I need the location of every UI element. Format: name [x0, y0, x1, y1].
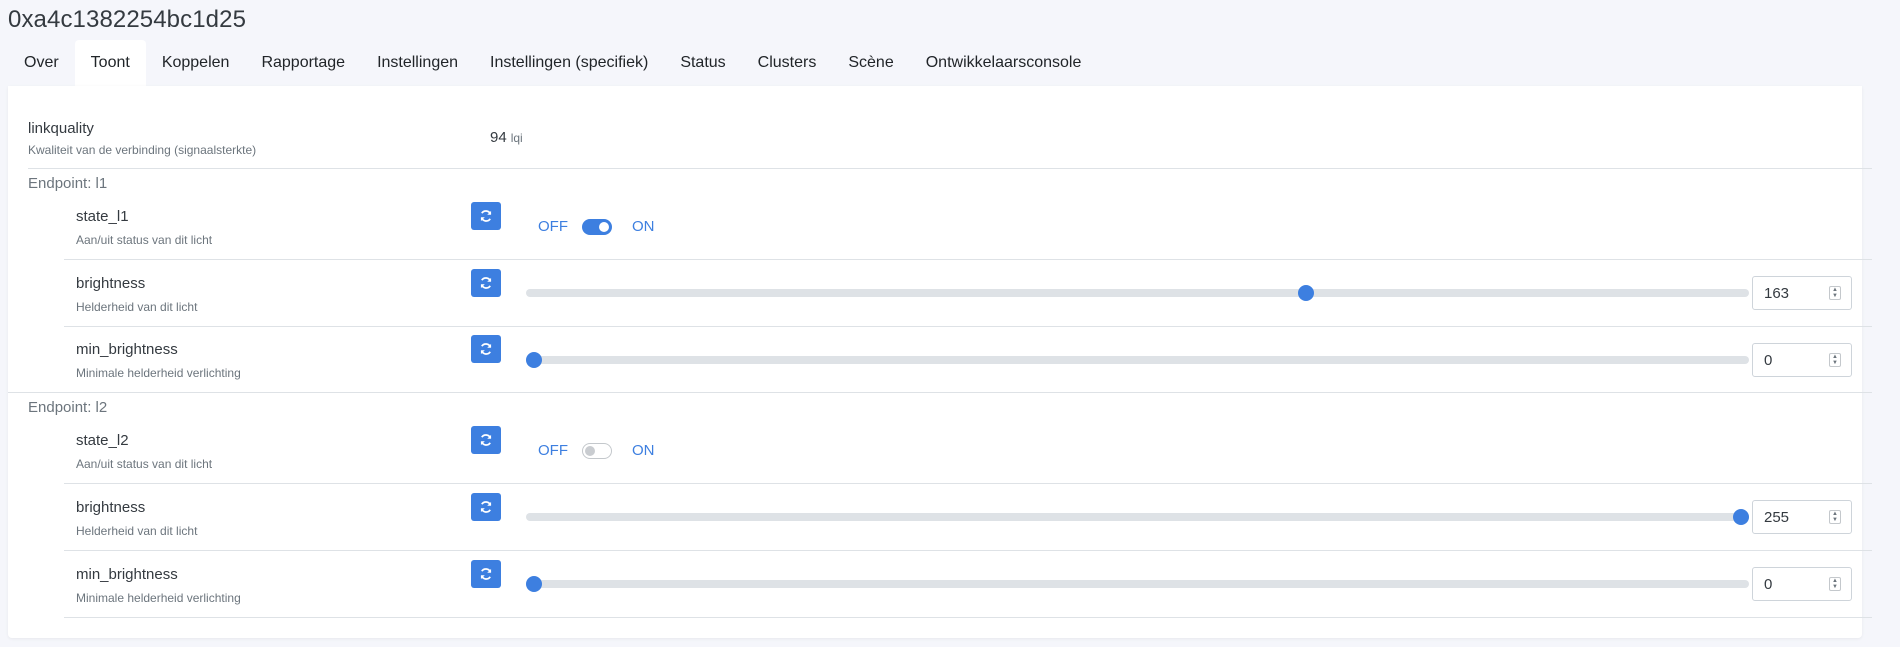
brightness-l2-input[interactable]: 255 ▲ ▼: [1752, 500, 1852, 534]
refresh-icon: [480, 210, 492, 222]
brightness-l1-refresh-button[interactable]: [471, 269, 501, 297]
tab-toont[interactable]: Toont: [74, 40, 146, 86]
refresh-icon: [480, 277, 492, 289]
number-spinner-icon[interactable]: ▲ ▼: [1829, 353, 1841, 367]
brightness-l1-name: brightness: [76, 275, 146, 292]
state-l2-on-label[interactable]: ON: [632, 442, 655, 459]
min-brightness-l1-refresh-button[interactable]: [471, 335, 501, 363]
divider: [8, 392, 1872, 393]
state-l1-description: Aan/uit status van dit licht: [76, 233, 213, 247]
refresh-icon: [480, 501, 492, 513]
linkquality-value: 94: [490, 129, 507, 146]
tab-instellingen[interactable]: Instellingen: [361, 40, 474, 86]
slider-thumb[interactable]: [1297, 285, 1314, 301]
number-spinner-icon[interactable]: ▲ ▼: [1829, 577, 1841, 591]
number-spinner-icon[interactable]: ▲ ▼: [1829, 286, 1841, 300]
divider: [64, 259, 1872, 260]
state-l2-toggle: OFF ON: [538, 442, 655, 459]
min-brightness-l2-description: Minimale helderheid verlichting: [76, 591, 241, 605]
slider-thumb[interactable]: [526, 576, 542, 592]
tab-ontwikkelaarsconsole[interactable]: Ontwikkelaarsconsole: [910, 40, 1098, 86]
number-spinner-icon[interactable]: ▲ ▼: [1829, 510, 1841, 524]
linkquality-unit: lqi: [510, 131, 523, 145]
tab-over[interactable]: Over: [8, 40, 75, 86]
min-brightness-l2-value: 0: [1764, 575, 1773, 593]
min-brightness-l1-description: Minimale helderheid verlichting: [76, 366, 241, 380]
tab-koppelen[interactable]: Koppelen: [146, 40, 246, 86]
tab-scene[interactable]: Scène: [832, 40, 909, 86]
min-brightness-l1-input[interactable]: 0 ▲ ▼: [1752, 343, 1852, 377]
switch-knob: [599, 221, 609, 232]
state-l2-name: state_l2: [76, 432, 129, 449]
state-l1-switch[interactable]: [582, 218, 612, 235]
state-l2-description: Aan/uit status van dit licht: [76, 457, 213, 471]
state-l1-name: state_l1: [76, 208, 129, 225]
brightness-l1-slider[interactable]: [526, 285, 1749, 301]
brightness-l2-name: brightness: [76, 499, 146, 516]
tab-clusters[interactable]: Clusters: [742, 40, 833, 86]
divider: [64, 326, 1872, 327]
linkquality-name: linkquality: [28, 120, 94, 137]
state-l2-switch[interactable]: [582, 442, 612, 459]
state-l1-toggle: OFF ON: [538, 218, 655, 235]
refresh-icon: [480, 343, 492, 355]
brightness-l2-value: 255: [1764, 508, 1790, 526]
brightness-l1-input[interactable]: 163 ▲ ▼: [1752, 276, 1852, 310]
divider: [64, 483, 1872, 484]
linkquality-readout: 94 lqi: [490, 129, 523, 146]
state-l1-on-label[interactable]: ON: [632, 218, 655, 235]
divider: [28, 168, 1872, 169]
brightness-l2-description: Helderheid van dit licht: [76, 524, 198, 538]
endpoint-l1-label: Endpoint: l1: [28, 175, 108, 192]
min-brightness-l1-name: min_brightness: [76, 341, 178, 358]
tab-instellingen-specifiek[interactable]: Instellingen (specifiek): [474, 40, 664, 86]
state-l1-off-label[interactable]: OFF: [538, 218, 568, 235]
state-l1-refresh-button[interactable]: [471, 202, 501, 230]
refresh-icon: [480, 568, 492, 580]
device-title: 0xa4c1382254bc1d25: [8, 6, 247, 33]
slider-thumb[interactable]: [526, 352, 542, 368]
min-brightness-l2-slider[interactable]: [526, 576, 1749, 592]
endpoint-l2-label: Endpoint: l2: [28, 399, 108, 416]
divider: [64, 550, 1872, 551]
min-brightness-l1-slider[interactable]: [526, 352, 1749, 368]
refresh-icon: [480, 434, 492, 446]
brightness-l1-value: 163: [1764, 284, 1790, 302]
tab-rapportage[interactable]: Rapportage: [245, 40, 361, 86]
tab-status[interactable]: Status: [664, 40, 741, 86]
slider-thumb[interactable]: [1733, 509, 1749, 525]
state-l2-off-label[interactable]: OFF: [538, 442, 568, 459]
brightness-l2-slider[interactable]: [526, 509, 1749, 525]
min-brightness-l1-value: 0: [1764, 351, 1773, 369]
tab-bar: Over Toont Koppelen Rapportage Instellin…: [8, 40, 1097, 86]
switch-knob: [585, 445, 595, 456]
min-brightness-l2-input[interactable]: 0 ▲ ▼: [1752, 567, 1852, 601]
brightness-l2-refresh-button[interactable]: [471, 493, 501, 521]
min-brightness-l2-name: min_brightness: [76, 566, 178, 583]
exposes-card: linkquality Kwaliteit van de verbinding …: [8, 86, 1872, 638]
state-l2-refresh-button[interactable]: [471, 426, 501, 454]
brightness-l1-description: Helderheid van dit licht: [76, 300, 198, 314]
linkquality-description: Kwaliteit van de verbinding (signaalster…: [28, 143, 257, 157]
min-brightness-l2-refresh-button[interactable]: [471, 560, 501, 588]
divider: [64, 617, 1872, 618]
